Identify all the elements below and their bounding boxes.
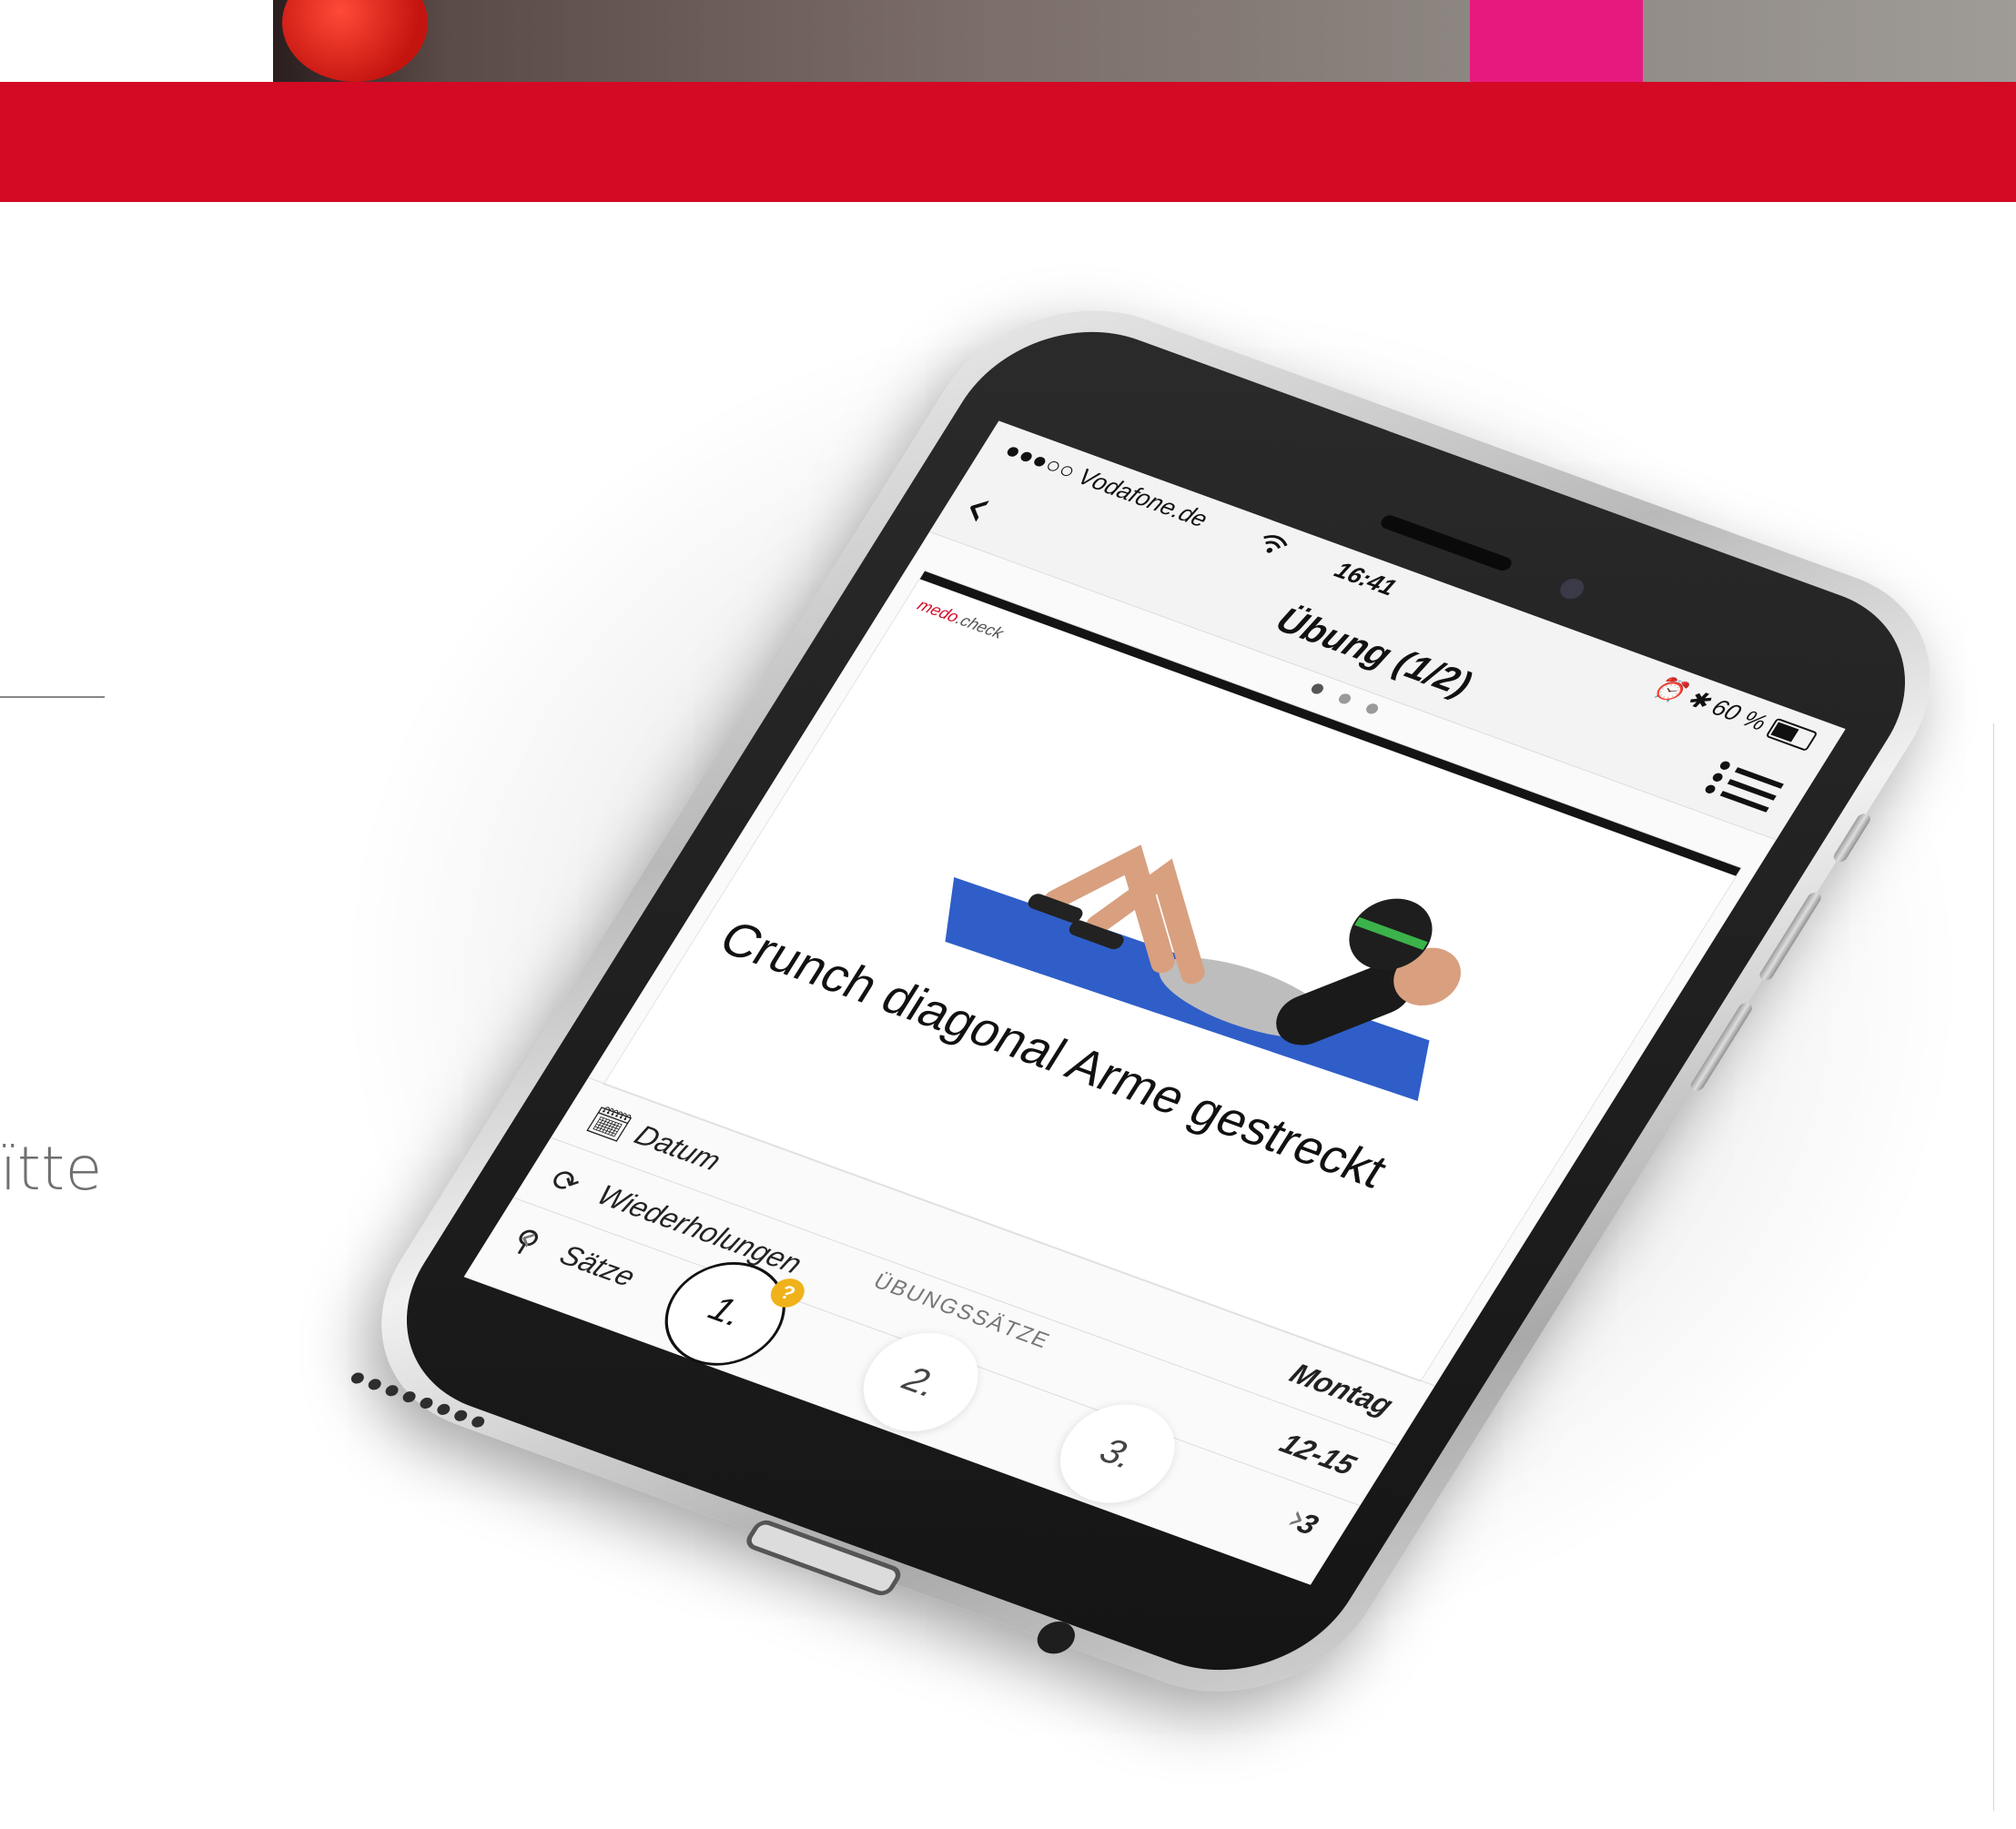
phone-scene: ●●●●●●●● ●●●○○ Vodafone.de 16:41 ⏰ ✱ 60 …: [0, 0, 2016, 1829]
page-dot[interactable]: [1336, 692, 1353, 706]
earpiece: [1378, 513, 1515, 573]
page-dot[interactable]: [1364, 702, 1381, 716]
question-badge: ?: [765, 1274, 811, 1312]
set-number: 1.: [701, 1288, 752, 1335]
page-dot[interactable]: [1309, 682, 1325, 696]
front-camera: [1555, 575, 1588, 602]
chevron-left-icon[interactable]: ‹: [510, 1218, 546, 1258]
set-button-3[interactable]: 3.: [1038, 1389, 1196, 1518]
set-number: 3.: [1092, 1430, 1143, 1477]
set-number: 2.: [896, 1359, 947, 1405]
battery-icon: [1765, 717, 1818, 752]
chevron-right-icon[interactable]: ›: [1280, 1498, 1316, 1539]
set-button-2[interactable]: 2.: [842, 1318, 999, 1447]
brand-logo-rest: .check: [952, 610, 1008, 642]
wifi-icon: [1263, 535, 1288, 553]
calendar-icon: 🗓: [581, 1101, 638, 1147]
detail-label: Datum: [628, 1118, 728, 1177]
set-button-1[interactable]: 1. ?: [643, 1247, 811, 1381]
